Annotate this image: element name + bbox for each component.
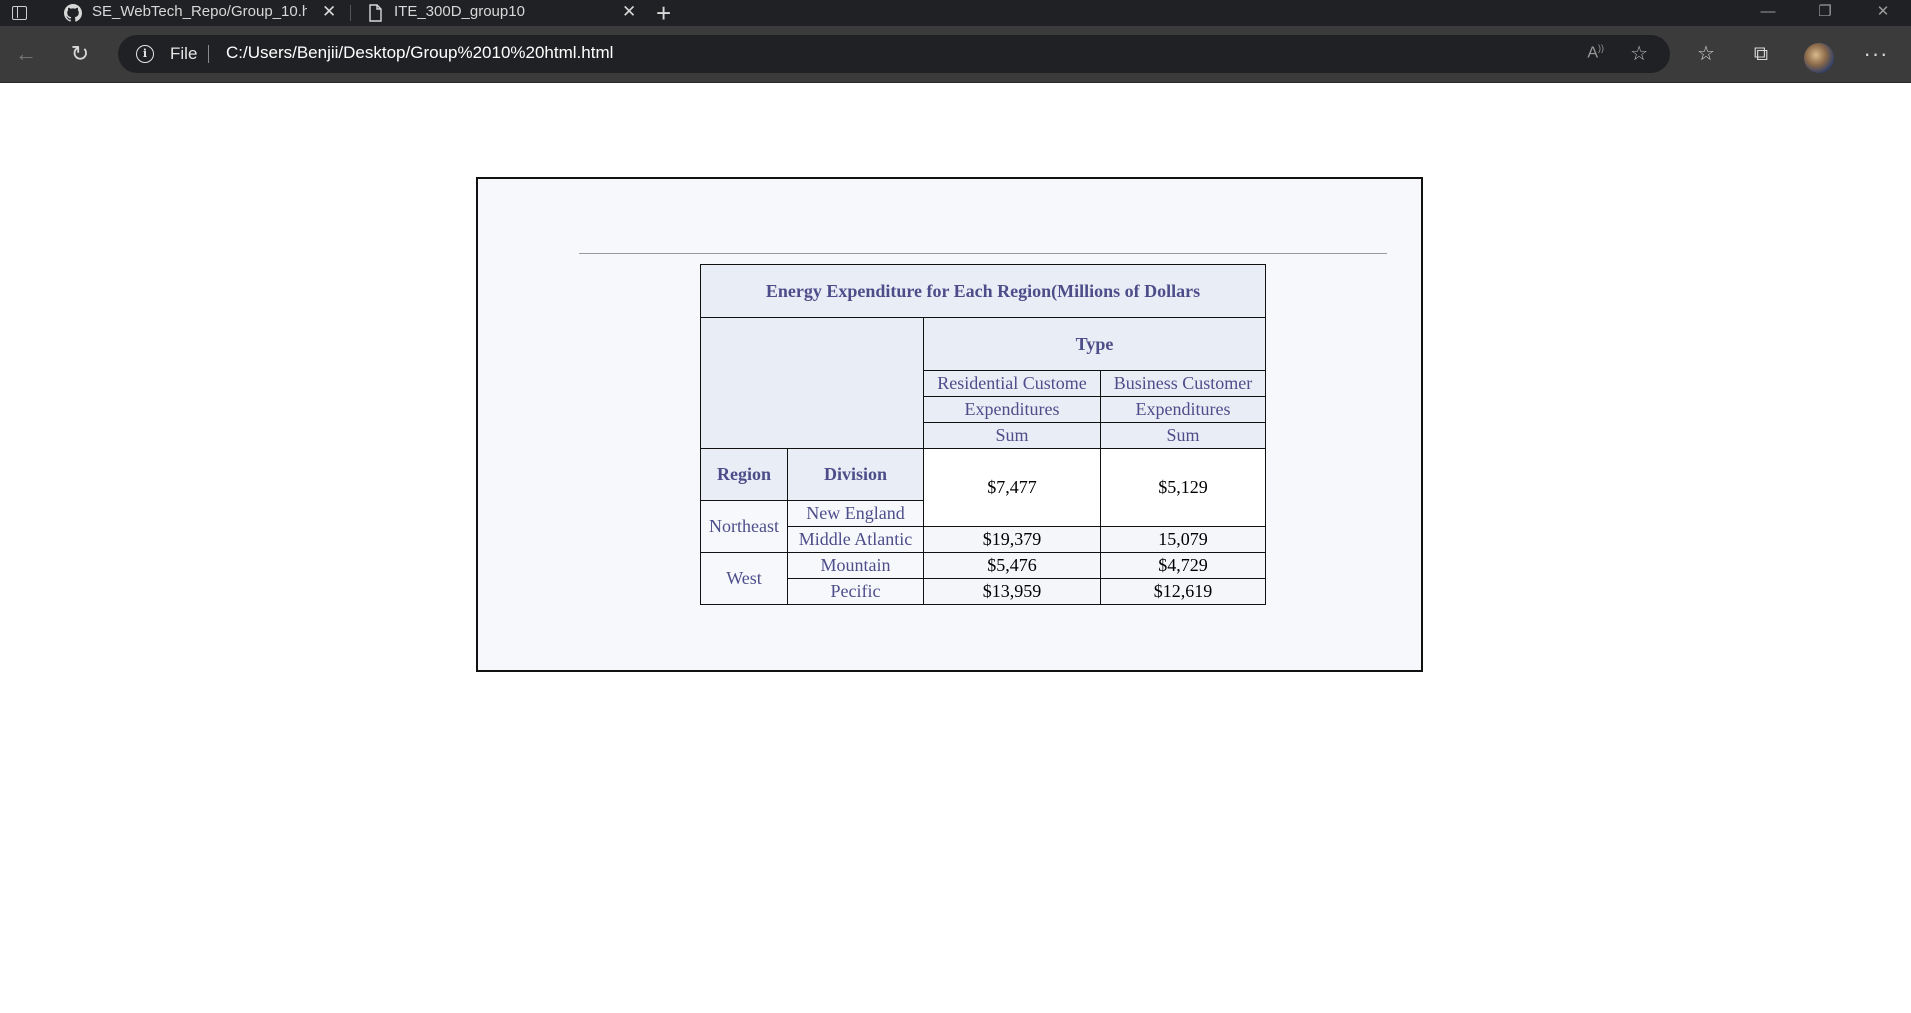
- github-icon: [64, 4, 82, 22]
- address-divider: [208, 45, 209, 63]
- tab-title: SE_WebTech_Repo/Group_10.html: [92, 3, 307, 20]
- browser-toolbar: ← ↻ i File C:/Users/Benjii/Desktop/Group…: [0, 26, 1911, 83]
- table-cell: $5,476: [923, 552, 1101, 579]
- tab-strip: SE_WebTech_Repo/Group_10.html ✕ ITE_300D…: [0, 0, 1911, 26]
- info-icon[interactable]: i: [136, 45, 154, 63]
- url-text[interactable]: C:/Users/Benjii/Desktop/Group%2010%20htm…: [226, 43, 613, 63]
- table-cell: $12,619: [1100, 578, 1266, 605]
- horizontal-rule: [579, 253, 1387, 254]
- corner-cell: [700, 317, 924, 449]
- region-header: Region: [700, 448, 788, 501]
- restore-icon[interactable]: ❐: [1797, 0, 1853, 26]
- table-cell: $4,729: [1100, 552, 1266, 579]
- close-tab-icon[interactable]: ✕: [622, 2, 636, 22]
- division-header: Division: [787, 448, 924, 501]
- stat-header-business: Sum: [1100, 422, 1266, 449]
- reload-icon[interactable]: ↻: [66, 40, 94, 68]
- table-cell: $13,959: [923, 578, 1101, 605]
- file-icon: [369, 4, 382, 22]
- tab-actions-icon[interactable]: [10, 4, 30, 22]
- column-header-residential: Residential Custome: [923, 370, 1101, 397]
- division-label: Middle Atlantic: [787, 526, 924, 553]
- table-cell: $7,477: [923, 448, 1101, 527]
- table-cell: $5,129: [1100, 448, 1266, 527]
- more-menu-icon[interactable]: ···: [1860, 38, 1892, 70]
- back-arrow-icon[interactable]: ←: [12, 40, 40, 68]
- favorites-icon[interactable]: ☆: [1690, 38, 1722, 70]
- type-header: Type: [923, 317, 1266, 371]
- tab-ite-300d[interactable]: ITE_300D_group10 ✕: [352, 0, 652, 26]
- column-header-business: Business Customer: [1100, 370, 1266, 397]
- close-tab-icon[interactable]: ✕: [322, 2, 336, 22]
- address-bar[interactable]: i File C:/Users/Benjii/Desktop/Group%201…: [118, 35, 1670, 73]
- profile-avatar[interactable]: [1804, 43, 1834, 73]
- tab-se-webtech[interactable]: SE_WebTech_Repo/Group_10.html ✕: [50, 0, 350, 26]
- table-cell: 15,079: [1100, 526, 1266, 553]
- region-label: West: [700, 552, 788, 605]
- minimize-icon[interactable]: —: [1740, 0, 1796, 26]
- measure-header-business: Expenditures: [1100, 396, 1266, 423]
- division-label: New England: [787, 500, 924, 527]
- tab-title: ITE_300D_group10: [394, 3, 525, 20]
- scheme-label: File: [170, 44, 198, 63]
- tab-divider: [350, 5, 351, 21]
- division-label: Pecific: [787, 578, 924, 605]
- region-label: Northeast: [700, 500, 788, 553]
- energy-expenditure-table: Energy Expenditure for Each Region(Milli…: [700, 264, 1266, 605]
- add-favorite-icon[interactable]: ☆: [1630, 41, 1648, 66]
- read-aloud-icon[interactable]: A)): [1587, 43, 1604, 62]
- report-frame: Energy Expenditure for Each Region(Milli…: [476, 177, 1423, 672]
- measure-header-residential: Expenditures: [923, 396, 1101, 423]
- collections-icon[interactable]: ⧉: [1745, 38, 1777, 70]
- table-caption: Energy Expenditure for Each Region(Milli…: [700, 264, 1266, 318]
- table-cell: $19,379: [923, 526, 1101, 553]
- stat-header-residential: Sum: [923, 422, 1101, 449]
- close-window-icon[interactable]: ✕: [1855, 0, 1911, 26]
- new-tab-button[interactable]: +: [656, 0, 671, 26]
- division-label: Mountain: [787, 552, 924, 579]
